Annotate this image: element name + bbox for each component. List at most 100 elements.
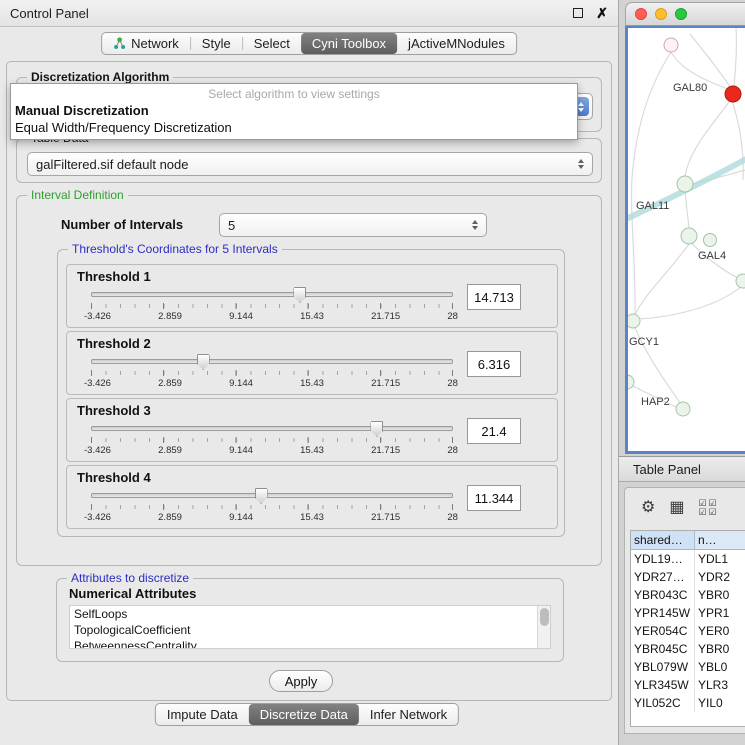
list-scrollbar[interactable] (537, 606, 550, 648)
cell-name[interactable]: YPR1 (695, 604, 745, 622)
tab-select[interactable]: Select (243, 33, 301, 54)
table-row[interactable]: YLR345WYLR3 (631, 676, 745, 694)
cell-shared-name[interactable]: YDR27… (631, 568, 695, 586)
tick-label: 28 (447, 378, 458, 389)
network-node[interactable] (664, 38, 678, 52)
network-node[interactable] (628, 314, 640, 328)
list-item[interactable]: SelfLoops (70, 606, 550, 622)
threshold-2-slider[interactable]: -3.4262.8599.14415.4321.71528 (91, 354, 453, 390)
close-icon[interactable]: ✗ (596, 6, 608, 20)
combobox-stepper-icon (578, 159, 584, 169)
list-item[interactable]: TopologicalCoefficient (70, 622, 550, 638)
threshold-4-slider[interactable]: -3.4262.8599.14415.4321.71528 (91, 488, 453, 524)
threshold-1-value-field[interactable]: 14.713 (467, 284, 521, 310)
threshold-3-value-field[interactable]: 21.4 (467, 418, 521, 444)
scrollbar-thumb[interactable] (540, 608, 549, 626)
slider-track[interactable] (91, 359, 453, 364)
cell-name[interactable]: YBL0 (695, 658, 745, 676)
cell-shared-name[interactable]: YLR345W (631, 676, 695, 694)
table-row[interactable]: YIL052CYIL0 (631, 694, 745, 712)
cell-name[interactable]: YBR0 (695, 586, 745, 604)
list-item[interactable]: BetweennessCentrality (70, 638, 550, 649)
slider-thumb[interactable] (197, 354, 210, 370)
threshold-2-value-field[interactable]: 6.316 (467, 351, 521, 377)
node-label: GAL4 (698, 250, 726, 262)
slider-thumb[interactable] (255, 488, 268, 504)
cell-name[interactable]: YDL1 (695, 550, 745, 568)
cell-name[interactable]: YDR2 (695, 568, 745, 586)
cell-shared-name[interactable]: YER054C (631, 622, 695, 640)
cell-shared-name[interactable]: YBR043C (631, 586, 695, 604)
network-node[interactable] (628, 375, 634, 389)
apply-button[interactable]: Apply (269, 670, 333, 692)
tab-style[interactable]: Style (191, 33, 242, 54)
column-header-name[interactable]: n… (695, 531, 745, 550)
zoom-traffic-light[interactable] (675, 8, 687, 20)
node-table-rows: YDL19…YDL1YDR27…YDR2YBR043CYBR0YPR145WYP… (631, 550, 745, 712)
cell-shared-name[interactable]: YBR045C (631, 640, 695, 658)
dropdown-option-equal-width-frequency[interactable]: Equal Width/Frequency Discretization (11, 119, 577, 139)
tab-jactivemnodules[interactable]: jActiveMNodules (397, 33, 516, 54)
column-header-shared-name[interactable]: shared… (631, 531, 695, 550)
threshold-4-value-field[interactable]: 11.344 (467, 485, 521, 511)
cell-shared-name[interactable]: YPR145W (631, 604, 695, 622)
node-table-header: shared… n… (631, 531, 745, 550)
minimize-traffic-light[interactable] (655, 8, 667, 20)
tick-label: 15.43 (300, 378, 324, 389)
slider-thumb[interactable] (293, 287, 306, 303)
network-window-titlebar[interactable] (625, 2, 745, 26)
threshold-2-box: Threshold 2 -3.4262.8599.14415.4321.7152… (66, 331, 558, 395)
table-data-combobox[interactable]: galFiltered.sif default node (27, 152, 593, 176)
tick-label: -3.426 (84, 311, 111, 322)
discretization-algorithm-group-title: Discretization Algorithm (27, 70, 173, 84)
thresholds-group-title: Threshold's Coordinates for 5 Intervals (68, 242, 282, 256)
slider-track[interactable] (91, 292, 453, 297)
tab-cyni-toolbox[interactable]: Cyni Toolbox (301, 33, 397, 54)
settings-gear-icon[interactable]: ⚙ (641, 500, 655, 516)
cell-name[interactable]: YIL0 (695, 694, 745, 712)
cell-shared-name[interactable]: YBL079W (631, 658, 695, 676)
cell-shared-name[interactable]: YIL052C (631, 694, 695, 712)
slider-track[interactable] (91, 493, 453, 498)
slider-thumb[interactable] (370, 421, 383, 437)
tab-infer-network[interactable]: Infer Network (359, 704, 458, 725)
slider-major-ticks (91, 437, 453, 443)
table-row[interactable]: YER054CYER0 (631, 622, 745, 640)
table-row[interactable]: YDL19…YDL1 (631, 550, 745, 568)
threshold-1-slider[interactable]: -3.4262.8599.14415.4321.71528 (91, 287, 453, 323)
network-graph: GAL80 GAL11 GAL4 GCY1 HAP2 (628, 28, 745, 451)
table-row[interactable]: YBR043CYBR0 (631, 586, 745, 604)
network-node[interactable] (704, 234, 717, 247)
table-row[interactable]: YDR27…YDR2 (631, 568, 745, 586)
network-node-selected[interactable] (725, 86, 741, 102)
cell-name[interactable]: YER0 (695, 622, 745, 640)
float-window-icon[interactable] (573, 8, 583, 18)
table-row[interactable]: YPR145WYPR1 (631, 604, 745, 622)
network-node[interactable] (677, 176, 693, 192)
dropdown-option-manual-discretization[interactable]: Manual Discretization (11, 102, 577, 119)
cell-name[interactable]: YBR0 (695, 640, 745, 658)
node-label: GCY1 (629, 336, 659, 348)
tab-network[interactable]: Network (102, 33, 190, 54)
checkbox-grid-icon[interactable]: ☑ ☑ ☑ ☑ (698, 499, 718, 517)
network-node[interactable] (676, 402, 690, 416)
cell-name[interactable]: YLR3 (695, 676, 745, 694)
tab-impute-data[interactable]: Impute Data (156, 704, 249, 725)
slider-tick-labels: -3.4262.8599.14415.4321.71528 (84, 311, 458, 322)
table-row[interactable]: YBR045CYBR0 (631, 640, 745, 658)
network-node[interactable] (681, 228, 697, 244)
slider-tick-labels: -3.4262.8599.14415.4321.71528 (84, 445, 458, 456)
number-of-intervals-combobox[interactable]: 5 (219, 213, 487, 237)
tab-discretize-data[interactable]: Discretize Data (249, 704, 359, 725)
tick-label: 9.144 (229, 512, 253, 523)
cell-shared-name[interactable]: YDL19… (631, 550, 695, 568)
numerical-attributes-list[interactable]: SelfLoops TopologicalCoefficient Between… (69, 605, 551, 649)
threshold-3-slider[interactable]: -3.4262.8599.14415.4321.71528 (91, 421, 453, 457)
table-row[interactable]: YBL079WYBL0 (631, 658, 745, 676)
columns-icon[interactable]: ▦ (669, 500, 684, 516)
close-traffic-light[interactable] (635, 8, 647, 20)
slider-track[interactable] (91, 426, 453, 431)
tab-jactivemnodules-label: jActiveMNodules (408, 36, 505, 51)
network-canvas[interactable]: GAL80 GAL11 GAL4 GCY1 HAP2 (628, 28, 745, 451)
network-node[interactable] (736, 274, 745, 288)
